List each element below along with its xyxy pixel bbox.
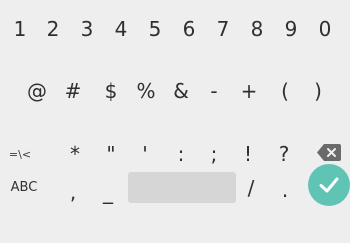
key-question[interactable]: ? [269, 139, 299, 169]
key-dollar[interactable]: $ [96, 76, 126, 106]
key-open-paren[interactable]: ( [270, 76, 300, 106]
backspace-key[interactable] [316, 143, 342, 162]
key-8[interactable]: 8 [242, 14, 272, 44]
key-single-quote[interactable]: ' [130, 139, 160, 169]
key-at[interactable]: @ [22, 76, 52, 106]
key-semicolon[interactable]: ; [199, 139, 229, 169]
key-6[interactable]: 6 [174, 14, 204, 44]
key-hash[interactable]: # [58, 76, 88, 106]
key-double-quote[interactable]: " [96, 139, 126, 169]
backspace-icon [317, 144, 341, 161]
key-9[interactable]: 9 [276, 14, 306, 44]
key-3[interactable]: 3 [72, 14, 102, 44]
key-colon[interactable]: : [166, 139, 196, 169]
key-0[interactable]: 0 [310, 14, 340, 44]
key-plus[interactable]: + [234, 76, 264, 106]
key-period[interactable]: . [276, 174, 294, 205]
key-underscore[interactable]: _ [96, 176, 120, 207]
key-1[interactable]: 1 [5, 14, 35, 44]
key-asterisk[interactable]: * [60, 139, 90, 169]
key-more-symbols[interactable]: =\< [5, 139, 35, 169]
key-ampersand[interactable]: & [166, 76, 196, 106]
symbol-keyboard: 1 2 3 4 5 6 7 8 9 0 @ # $ % & - + ( ) =\… [0, 0, 350, 243]
key-percent[interactable]: % [131, 76, 161, 106]
key-minus[interactable]: - [199, 76, 229, 106]
key-abc[interactable]: ABC [7, 172, 41, 203]
key-comma[interactable]: , [64, 176, 82, 207]
key-slash[interactable]: / [241, 172, 261, 203]
key-2[interactable]: 2 [38, 14, 68, 44]
key-5[interactable]: 5 [140, 14, 170, 44]
key-4[interactable]: 4 [106, 14, 136, 44]
key-exclamation[interactable]: ! [233, 139, 263, 169]
key-close-paren[interactable]: ) [303, 76, 333, 106]
key-7[interactable]: 7 [208, 14, 238, 44]
space-bar[interactable] [128, 172, 236, 203]
enter-button[interactable] [308, 164, 350, 206]
checkmark-icon [319, 177, 339, 193]
